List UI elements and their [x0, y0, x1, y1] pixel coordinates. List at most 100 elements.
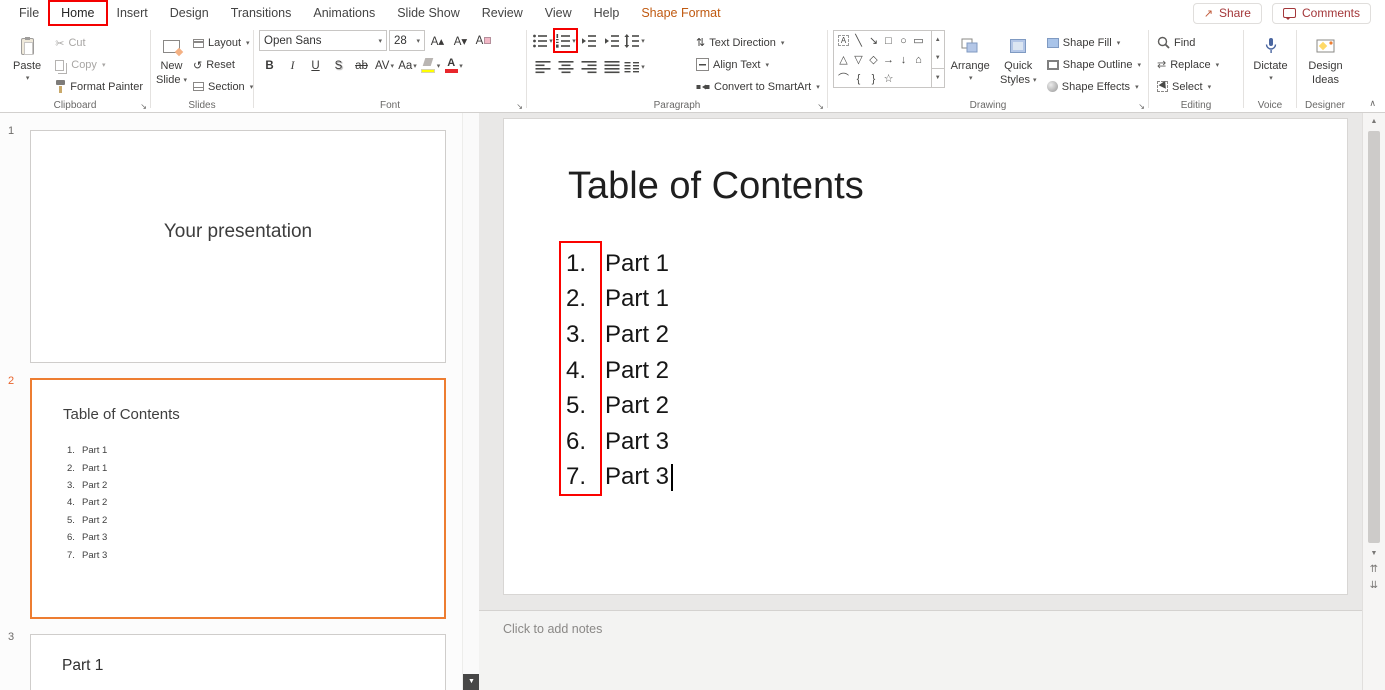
shape-fill-dropdown-icon[interactable]: ▾: [1117, 39, 1121, 47]
smartart-dropdown-icon[interactable]: ▾: [816, 83, 820, 91]
dictate-button[interactable]: Dictate ▾: [1249, 30, 1292, 97]
select-button[interactable]: Select ▾: [1154, 76, 1222, 97]
oval-shape-icon[interactable]: ○: [896, 32, 911, 51]
list-item-text[interactable]: Part 1: [605, 250, 669, 278]
text-box-shape-icon[interactable]: A: [838, 35, 849, 46]
previous-slide-button[interactable]: ⇈: [1363, 564, 1385, 575]
rectangle-shape-icon[interactable]: □: [881, 32, 896, 51]
scrollbar-thumb[interactable]: [1368, 131, 1380, 543]
character-spacing-dropdown-icon[interactable]: ▾: [390, 62, 394, 70]
format-painter-button[interactable]: Format Painter: [52, 76, 146, 97]
numbering-button[interactable]: ▾: [555, 30, 576, 51]
justify-button[interactable]: [601, 56, 622, 77]
down-triangle-shape-icon[interactable]: ▽: [851, 51, 866, 70]
scroll-up-icon[interactable]: ▲: [1363, 118, 1385, 125]
text-shadow-button[interactable]: S: [328, 55, 349, 76]
align-center-button[interactable]: [555, 56, 576, 77]
thumbnails-scrollbar[interactable]: ▼: [462, 113, 479, 690]
align-left-button[interactable]: [532, 56, 553, 77]
quick-styles-button[interactable]: Quick Styles▾: [996, 30, 1041, 97]
columns-dropdown-icon[interactable]: ▾: [641, 63, 645, 71]
star-shape-icon[interactable]: ☆: [881, 70, 896, 87]
reset-button[interactable]: ↺ Reset: [190, 55, 256, 76]
new-slide-button[interactable]: New Slide▾: [156, 30, 187, 97]
paste-dropdown-icon[interactable]: ▾: [26, 74, 30, 82]
bullets-button[interactable]: ▾: [532, 30, 553, 51]
bold-button[interactable]: B: [259, 55, 280, 76]
text-highlight-color-button[interactable]: ▾: [420, 55, 441, 76]
line-spacing-dropdown-icon[interactable]: ▾: [641, 37, 645, 45]
replace-button[interactable]: ⇄ Replace ▾: [1154, 54, 1222, 75]
align-text-button[interactable]: Align Text ▾: [693, 54, 823, 75]
tab-insert[interactable]: Insert: [106, 2, 159, 24]
tab-help[interactable]: Help: [583, 2, 631, 24]
tab-shape-format[interactable]: Shape Format: [630, 2, 731, 24]
right-brace-shape-icon[interactable]: }: [866, 70, 881, 87]
tab-transitions[interactable]: Transitions: [220, 2, 303, 24]
line-shape-icon[interactable]: ╲: [851, 32, 866, 51]
scroll-down-icon[interactable]: ▼: [1363, 550, 1385, 557]
shapes-gallery[interactable]: A ╲ ↘ □ ○ ▭ △ ▽ ◇ → ↓ ⌂: [833, 30, 945, 88]
comments-button[interactable]: Comments: [1272, 3, 1371, 24]
shrink-font-button[interactable]: A▾: [450, 30, 471, 51]
tab-animations[interactable]: Animations: [302, 2, 386, 24]
font-color-button[interactable]: A ▾: [443, 55, 464, 76]
home-plate-shape-icon[interactable]: ⌂: [911, 51, 926, 70]
align-right-button[interactable]: [578, 56, 599, 77]
shape-fill-button[interactable]: Shape Fill ▾: [1044, 32, 1144, 53]
list-item-text[interactable]: Part 2: [605, 357, 669, 385]
slide-3-thumbnail[interactable]: Part 1: [30, 634, 446, 690]
align-text-dropdown-icon[interactable]: ▾: [766, 61, 770, 69]
text-direction-dropdown-icon[interactable]: ▾: [781, 39, 785, 47]
list-item-text[interactable]: Part 2: [605, 321, 669, 349]
find-button[interactable]: Find: [1154, 32, 1222, 53]
gallery-scroll-up-icon[interactable]: ▲: [932, 31, 944, 49]
font-name-combobox[interactable]: Open Sans ▾: [259, 30, 387, 51]
shape-effects-dropdown-icon[interactable]: ▾: [1135, 83, 1139, 91]
select-dropdown-icon[interactable]: ▾: [1208, 83, 1212, 91]
tab-design[interactable]: Design: [159, 2, 220, 24]
notes-placeholder[interactable]: Click to add notes: [503, 622, 602, 636]
underline-button[interactable]: U: [305, 55, 326, 76]
replace-dropdown-icon[interactable]: ▾: [1216, 61, 1220, 69]
font-size-dropdown-icon[interactable]: ▾: [416, 37, 420, 45]
copy-dropdown-icon[interactable]: ▾: [102, 61, 106, 69]
main-vertical-scrollbar[interactable]: ▲ ▼ ⇈ ⇊: [1362, 113, 1385, 690]
list-item-text[interactable]: Part 2: [605, 392, 669, 420]
layout-button[interactable]: Layout ▾: [190, 33, 256, 54]
shape-outline-dropdown-icon[interactable]: ▾: [1137, 61, 1141, 69]
list-item-text[interactable]: Part 3: [605, 428, 669, 456]
slide-canvas[interactable]: Table of Contents 1.Part 1 2.Part 1 3.Pa…: [503, 118, 1348, 595]
share-button[interactable]: ↗ Share: [1193, 3, 1262, 24]
layout-dropdown-icon[interactable]: ▾: [246, 39, 250, 47]
tab-review[interactable]: Review: [471, 2, 534, 24]
character-spacing-button[interactable]: AV▾: [374, 55, 395, 76]
quick-styles-dropdown-icon[interactable]: ▾: [1033, 76, 1037, 84]
arc-shape-icon[interactable]: ⌒: [836, 70, 851, 87]
bullets-dropdown-icon[interactable]: ▾: [549, 37, 553, 45]
shape-outline-button[interactable]: Shape Outline ▾: [1044, 54, 1144, 75]
slide-title-text[interactable]: Table of Contents: [568, 165, 864, 208]
left-brace-shape-icon[interactable]: {: [851, 70, 866, 87]
list-item-text[interactable]: Part 1: [605, 285, 669, 313]
diamond-shape-icon[interactable]: ◇: [866, 51, 881, 70]
thumbnails-scroll-down-icon[interactable]: ▼: [463, 674, 480, 690]
grow-font-button[interactable]: A▴: [427, 30, 448, 51]
new-slide-dropdown-icon[interactable]: ▾: [183, 76, 187, 84]
down-arrow-shape-icon[interactable]: ↓: [896, 51, 911, 70]
dictate-dropdown-icon[interactable]: ▾: [1269, 74, 1273, 82]
notes-pane[interactable]: Click to add notes: [479, 610, 1362, 690]
increase-indent-button[interactable]: [601, 30, 622, 51]
numbering-dropdown-icon[interactable]: ▾: [572, 37, 576, 45]
design-ideas-button[interactable]: Design Ideas: [1303, 30, 1349, 97]
change-case-button[interactable]: Aa▾: [397, 55, 418, 76]
shape-effects-button[interactable]: Shape Effects ▾: [1044, 76, 1144, 97]
gallery-scroll-down-icon[interactable]: ▼: [932, 49, 944, 67]
change-case-dropdown-icon[interactable]: ▾: [413, 62, 417, 70]
slide-1-thumbnail[interactable]: Your presentation: [30, 130, 446, 363]
arrow-shape-icon[interactable]: ↘: [866, 32, 881, 51]
line-spacing-button[interactable]: ▾: [624, 30, 645, 51]
gallery-more-icon[interactable]: ▼: [932, 68, 944, 87]
arrange-dropdown-icon[interactable]: ▾: [969, 74, 973, 82]
section-button[interactable]: Section ▾: [190, 76, 256, 97]
